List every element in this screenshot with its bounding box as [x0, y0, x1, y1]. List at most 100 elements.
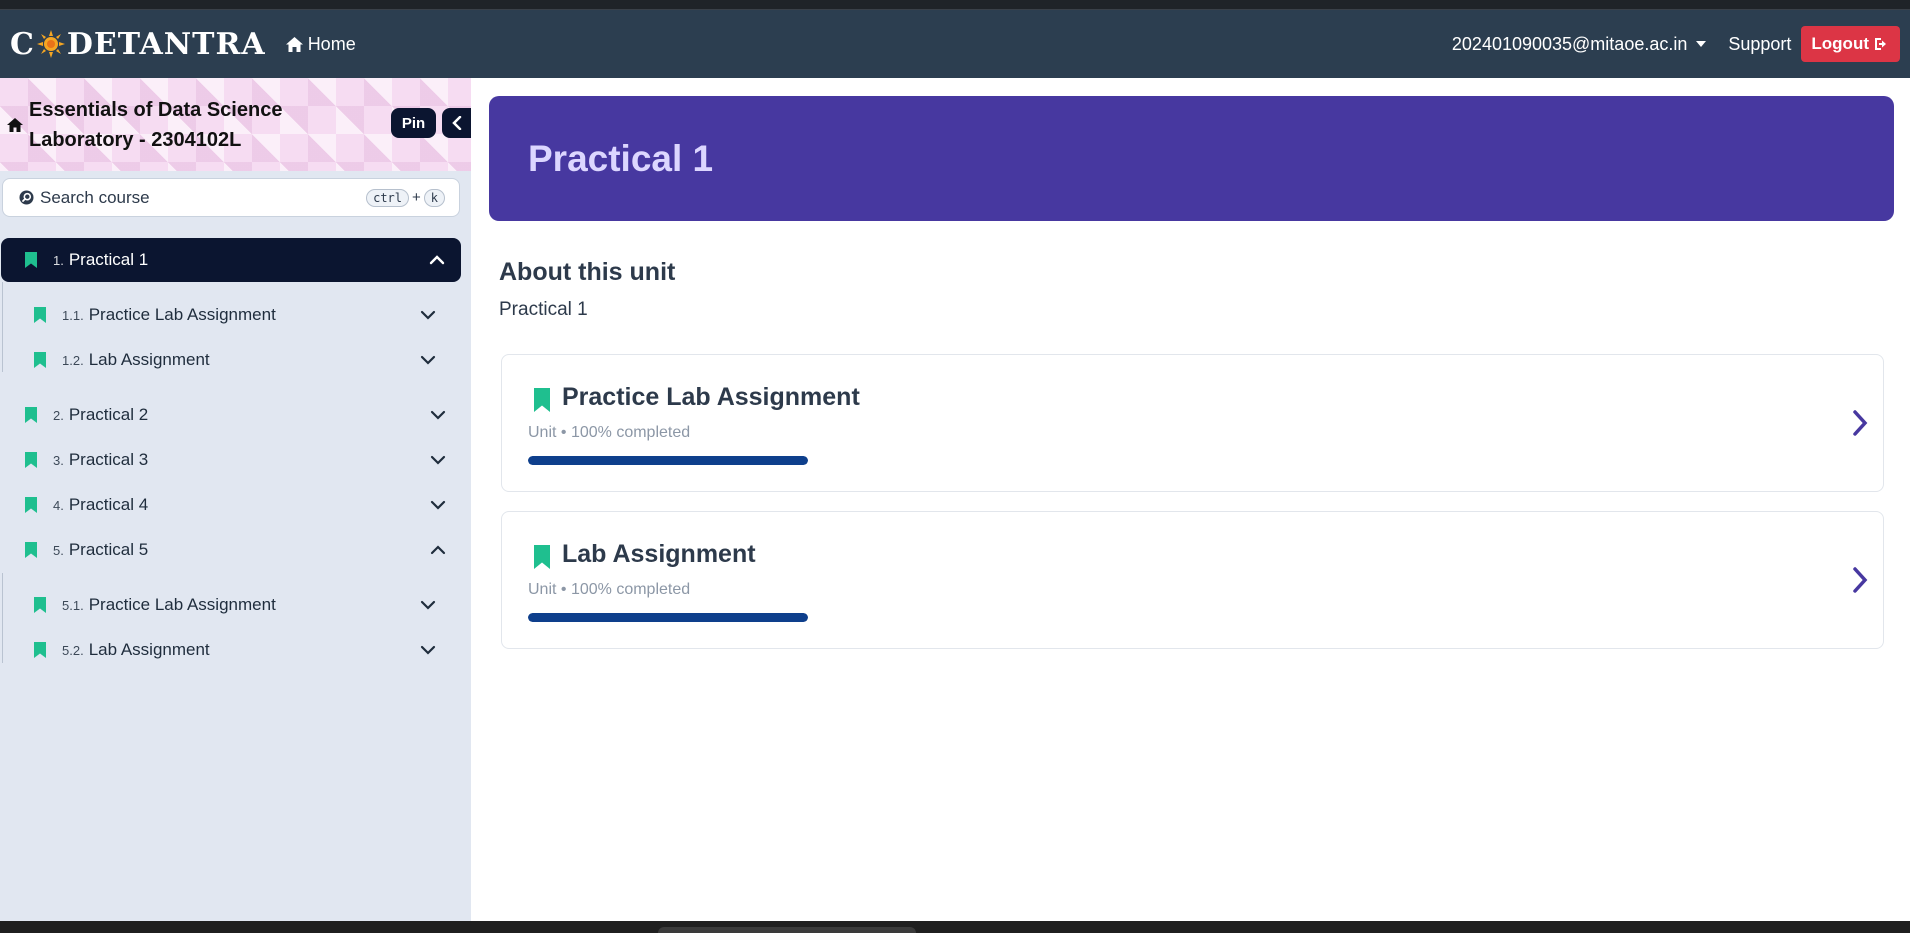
item-number: 1.2. — [62, 352, 84, 368]
chevron-down-icon — [420, 355, 436, 365]
bookmark-icon — [534, 388, 550, 412]
sidebar-item-practical-4[interactable]: 4. Practical 4 — [25, 483, 446, 527]
search-course-input[interactable]: Search course ctrl + k — [2, 178, 460, 217]
logout-label: Logout — [1811, 34, 1869, 53]
submenu-rail — [2, 573, 3, 663]
bookmark-icon — [34, 307, 46, 323]
course-home-icon[interactable] — [7, 117, 23, 133]
kbd-ctrl: ctrl — [366, 188, 409, 207]
search-icon — [19, 190, 34, 205]
course-header: Essentials of Data Science Laboratory - … — [0, 78, 471, 171]
chevron-right-icon — [1853, 410, 1868, 436]
logout-icon — [1875, 38, 1886, 50]
pin-sidebar-button[interactable]: Pin — [391, 108, 436, 138]
item-number: 5. — [53, 542, 64, 558]
bookmark-icon — [25, 452, 37, 468]
support-link[interactable]: Support — [1728, 34, 1791, 55]
user-caret-icon — [1696, 41, 1707, 47]
chevron-up-icon — [429, 255, 445, 265]
course-title-line2: Laboratory - 2304102L — [29, 128, 242, 151]
home-link-label: Home — [307, 33, 356, 54]
kbd-k: k — [423, 188, 445, 207]
item-label: Practice Lab Assignment — [88, 595, 276, 614]
unit-progress-bar — [528, 613, 808, 622]
chevron-down-icon — [420, 600, 436, 610]
brand-text-c: C — [10, 26, 35, 62]
sidebar-item-practical-3[interactable]: 3. Practical 3 — [25, 438, 446, 482]
home-link[interactable]: Home — [285, 33, 356, 55]
item-label: Practice Lab Assignment — [88, 305, 276, 324]
top-navbar: C DETANTRA Home 202401090035@mitaoe.ac.i… — [0, 10, 1910, 78]
unit-card-practice-lab-assignment[interactable]: Practice Lab Assignment Unit • 100% comp… — [501, 354, 1884, 492]
search-placeholder: Search course — [40, 187, 150, 207]
item-number: 3. — [53, 452, 64, 468]
chevron-right-icon — [1853, 567, 1868, 593]
chevron-left-icon — [451, 116, 461, 130]
submenu-rail — [2, 282, 3, 372]
chevron-up-icon — [430, 545, 446, 555]
unit-title: Practice Lab Assignment — [562, 383, 860, 411]
item-number: 5.1. — [62, 597, 84, 613]
user-email: 202401090035@mitaoe.ac.in — [1451, 33, 1688, 54]
bookmark-icon — [34, 597, 46, 613]
item-label: Practical 5 — [68, 540, 149, 559]
codetantra-logo[interactable]: C DETANTRA — [10, 27, 266, 62]
page-title: Practical 1 — [528, 137, 714, 179]
sidebar-item-practical-5[interactable]: 5. Practical 5 — [25, 528, 446, 572]
course-sidebar: Essentials of Data Science Laboratory - … — [0, 78, 471, 921]
keyboard-shortcut-hint: ctrl + k — [366, 188, 445, 207]
taskbar-pill — [658, 927, 916, 933]
unit-banner: Practical 1 — [489, 96, 1894, 221]
sidebar-item-1-2[interactable]: 1.2. Lab Assignment — [34, 338, 436, 382]
item-number: 5.2. — [62, 642, 84, 658]
item-label: Practical 4 — [68, 495, 149, 514]
bookmark-icon — [34, 642, 46, 658]
bookmark-icon — [25, 542, 37, 558]
bookmark-icon — [25, 252, 37, 268]
sidebar-item-5-2[interactable]: 5.2. Lab Assignment — [34, 628, 436, 672]
chevron-down-icon — [430, 500, 446, 510]
bookmark-icon — [534, 545, 550, 569]
item-number: 2. — [53, 407, 64, 423]
sun-logo-icon — [36, 29, 66, 59]
chevron-down-icon — [430, 455, 446, 465]
sidebar-item-practical-2[interactable]: 2. Practical 2 — [25, 393, 446, 437]
chevron-down-icon — [420, 310, 436, 320]
user-account-dropdown[interactable]: 202401090035@mitaoe.ac.in — [1451, 33, 1707, 55]
course-title-line1: Essentials of Data Science — [29, 98, 283, 121]
item-number: 1. — [53, 252, 64, 268]
about-unit-text: Practical 1 — [499, 299, 588, 320]
kbd-plus: + — [412, 189, 421, 206]
browser-top-strip — [0, 0, 1910, 10]
chevron-down-icon — [420, 645, 436, 655]
unit-meta: Unit • 100% completed — [528, 424, 691, 441]
brand-text-rest: DETANTRA — [66, 26, 266, 62]
bookmark-icon — [25, 497, 37, 513]
about-unit-heading: About this unit — [499, 258, 676, 286]
item-label: Lab Assignment — [88, 640, 210, 659]
unit-progress-fill — [528, 456, 808, 465]
bookmark-icon — [34, 352, 46, 368]
item-number: 4. — [53, 497, 64, 513]
item-label: Practical 2 — [68, 405, 149, 424]
unit-progress-bar — [528, 456, 808, 465]
unit-meta: Unit • 100% completed — [528, 581, 691, 598]
sidebar-item-practical-1[interactable]: 1. Practical 1 — [1, 238, 461, 282]
item-label: Practical 1 — [68, 250, 149, 269]
logout-button[interactable]: Logout — [1801, 26, 1900, 62]
course-title: Essentials of Data Science Laboratory - … — [29, 95, 309, 155]
item-label: Practical 3 — [68, 450, 149, 469]
unit-progress-fill — [528, 613, 808, 622]
taskbar-strip — [0, 921, 1910, 933]
sidebar-item-5-1[interactable]: 5.1. Practice Lab Assignment — [34, 583, 436, 627]
navbar-right-group: 202401090035@mitaoe.ac.in Support Logout — [1452, 26, 1900, 62]
collapse-sidebar-button[interactable] — [442, 108, 471, 138]
bookmark-icon — [25, 407, 37, 423]
item-label: Lab Assignment — [88, 350, 210, 369]
home-icon — [285, 36, 303, 52]
unit-card-lab-assignment[interactable]: Lab Assignment Unit • 100% completed — [501, 511, 1884, 649]
unit-title: Lab Assignment — [562, 540, 756, 568]
chevron-down-icon — [430, 410, 446, 420]
item-number: 1.1. — [62, 307, 84, 323]
sidebar-item-1-1[interactable]: 1.1. Practice Lab Assignment — [34, 293, 436, 337]
